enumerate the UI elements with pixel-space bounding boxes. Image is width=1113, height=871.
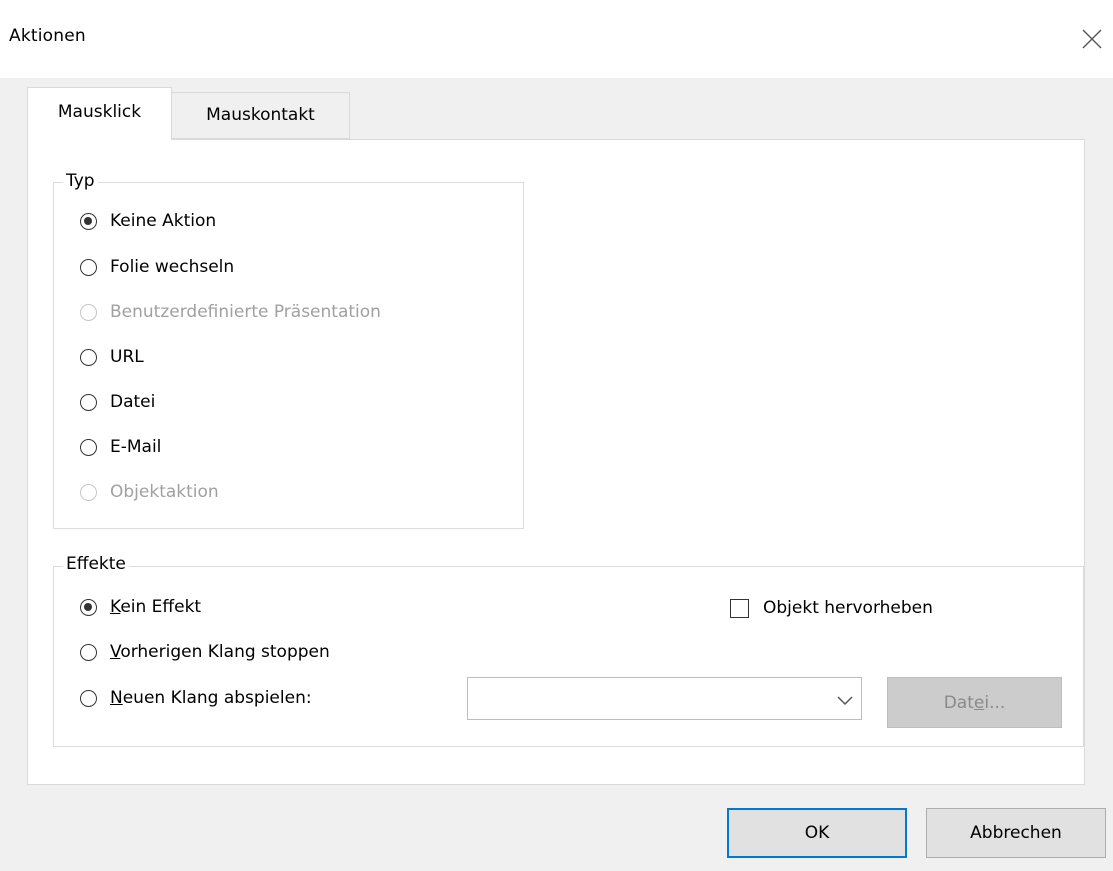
radio-circle	[80, 212, 97, 230]
radio-label: Kein Effekt	[110, 597, 202, 617]
radio-label: Datei	[110, 392, 156, 412]
datei-button-label: Datei...	[943, 692, 1006, 713]
radio-objektaktion[interactable]: Objektaktion	[80, 480, 219, 504]
tab-label: Mausklick	[57, 102, 142, 122]
checkbox-box	[730, 598, 749, 618]
radio-circle	[80, 643, 97, 661]
radio-neuen-klang-abspielen[interactable]: Neuen Klang abspielen:	[80, 686, 312, 710]
ok-button[interactable]: OK	[727, 808, 907, 858]
tab-label: Mauskontakt	[206, 105, 315, 125]
radio-circle	[80, 689, 97, 707]
radio-circle	[80, 483, 97, 501]
datei-button[interactable]: Datei...	[887, 677, 1062, 728]
radio-circle	[80, 438, 97, 456]
radio-label: Keine Aktion	[110, 211, 217, 231]
radio-label: E-Mail	[110, 437, 162, 457]
radio-kein-effekt[interactable]: Kein Effekt	[80, 595, 201, 619]
radio-keine-aktion[interactable]: Keine Aktion	[80, 209, 216, 233]
radio-label: Objektaktion	[110, 482, 219, 502]
tab-mausklick[interactable]: Mausklick	[27, 87, 172, 140]
radio-circle	[80, 303, 97, 321]
radio-label: Neuen Klang abspielen:	[110, 688, 312, 708]
radio-label: Vorherigen Klang stoppen	[110, 642, 330, 662]
typ-legend: Typ	[63, 171, 98, 191]
radio-circle	[80, 348, 97, 366]
radio-vorherigen-klang-stoppen[interactable]: Vorherigen Klang stoppen	[80, 640, 330, 664]
radio-datei[interactable]: Datei	[80, 390, 155, 414]
tab-mauskontakt[interactable]: Mauskontakt	[172, 92, 350, 139]
radio-e-mail[interactable]: E-Mail	[80, 435, 161, 459]
radio-label: Benutzerdefinierte Präsentation	[110, 302, 381, 322]
close-icon[interactable]	[1079, 26, 1105, 52]
radio-benutzerdefinierte-praesentation[interactable]: Benutzerdefinierte Präsentation	[80, 300, 381, 324]
chevron-down-icon	[837, 696, 853, 706]
title-bar: Aktionen	[0, 0, 1113, 78]
radio-circle	[80, 598, 97, 616]
checkbox-label: Objekt hervorheben	[763, 598, 933, 618]
radio-label: Folie wechseln	[110, 257, 235, 277]
radio-url[interactable]: URL	[80, 345, 144, 369]
radio-folie-wechseln[interactable]: Folie wechseln	[80, 255, 234, 279]
objekt-hervorheben-checkbox[interactable]: Objekt hervorheben	[730, 596, 933, 620]
radio-label: URL	[110, 347, 144, 367]
radio-circle	[80, 393, 97, 411]
sound-select[interactable]	[467, 677, 862, 720]
window-title: Aktionen	[9, 26, 86, 46]
cancel-button[interactable]: Abbrechen	[926, 808, 1106, 858]
effekte-legend: Effekte	[63, 554, 129, 574]
radio-circle	[80, 258, 97, 276]
